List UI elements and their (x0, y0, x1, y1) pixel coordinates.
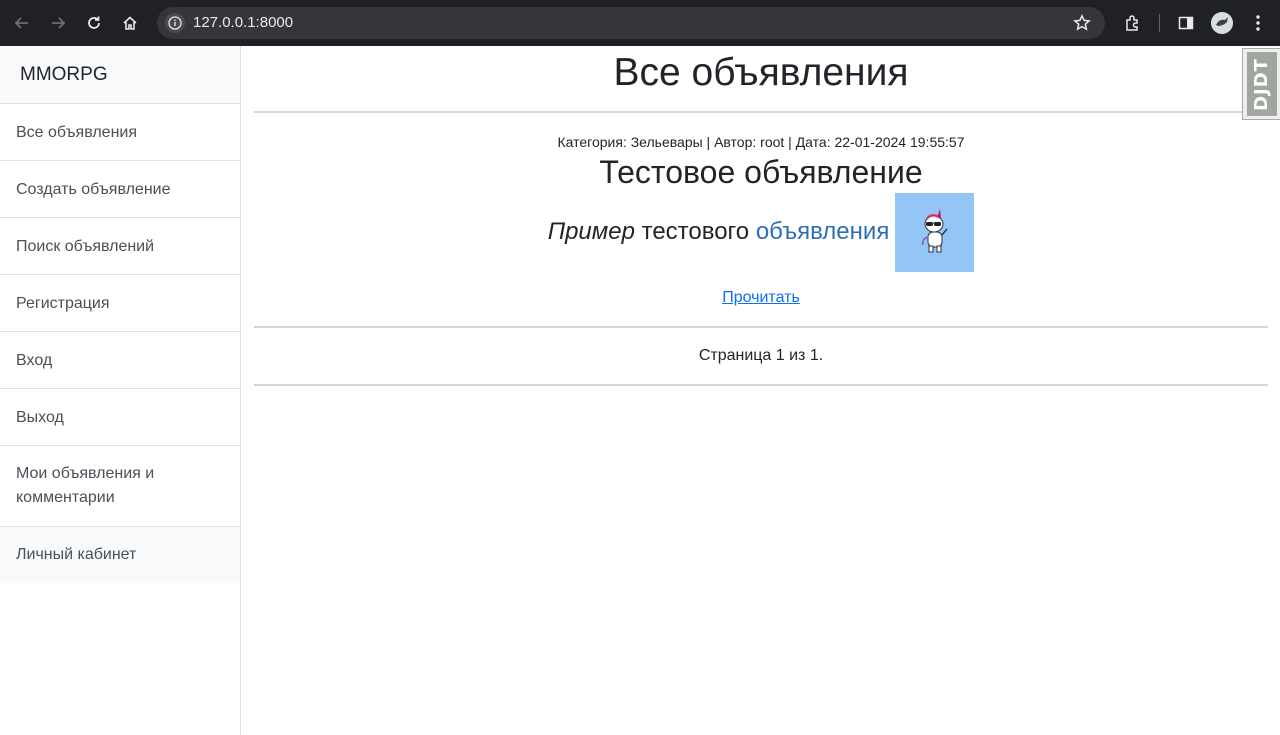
toolbar-separator (1159, 14, 1160, 32)
post-card: Категория: Зельевары | Автор: root | Дат… (254, 133, 1268, 326)
address-bar[interactable]: 127.0.0.1:8000 (157, 7, 1105, 39)
post-text-plain: тестового (634, 218, 756, 245)
profile-avatar[interactable] (1211, 12, 1233, 34)
debug-toolbar-handle[interactable]: DJDT (1242, 48, 1280, 120)
sidebar-item-my-ads[interactable]: Мои объявления и комментарии (0, 446, 240, 527)
divider (254, 111, 1268, 113)
extensions-icon[interactable] (1121, 11, 1145, 35)
home-icon[interactable] (118, 11, 142, 35)
post-title: Тестовое объявление (599, 154, 923, 190)
pagination-status: Страница 1 из 1. (698, 347, 824, 364)
post-image (895, 192, 975, 272)
info-icon[interactable] (165, 13, 185, 33)
browser-toolbar: 127.0.0.1:8000 (0, 0, 1280, 46)
read-link-wrap: Прочитать (254, 289, 1268, 326)
post-text: Пример тестового объявления (548, 218, 890, 246)
side-panel-icon[interactable] (1174, 11, 1198, 35)
sidebar-item-create-ad[interactable]: Создать объявление (0, 161, 240, 218)
post-text-link[interactable]: объявления (756, 218, 890, 245)
back-arrow-icon[interactable] (10, 11, 34, 35)
forward-arrow-icon[interactable] (46, 11, 70, 35)
brand-title[interactable]: MMORPG (0, 46, 240, 104)
post-body: Пример тестового объявления (254, 192, 1268, 272)
sidebar-item-account[interactable]: Личный кабинет (0, 527, 240, 583)
sidebar-item-register[interactable]: Регистрация (0, 275, 240, 332)
sidebar-item-login[interactable]: Вход (0, 332, 240, 389)
sidebar: MMORPG Все объявления Создать объявление… (0, 46, 241, 735)
star-icon[interactable] (1073, 13, 1091, 37)
sidebar-item-search-ads[interactable]: Поиск объявлений (0, 218, 240, 275)
post-text-emphasis: Пример (547, 218, 635, 245)
kebab-menu-icon[interactable] (1246, 11, 1270, 35)
reload-icon[interactable] (82, 11, 106, 35)
read-more-link[interactable]: Прочитать (722, 289, 800, 306)
unicorn-illustration (921, 209, 948, 253)
page-title: Все объявления (613, 51, 909, 94)
url-text[interactable]: 127.0.0.1:8000 (193, 7, 293, 39)
main-content: Все объявления Категория: Зельевары | Ав… (254, 46, 1268, 386)
debug-toolbar-badge: DJDT (1246, 52, 1277, 116)
sidebar-item-logout[interactable]: Выход (0, 389, 240, 446)
post-meta: Категория: Зельевары | Автор: root | Дат… (557, 134, 965, 150)
sidebar-item-all-ads[interactable]: Все объявления (0, 104, 240, 161)
divider (254, 384, 1268, 386)
debug-toolbar-label: DJDT (1251, 57, 1273, 111)
